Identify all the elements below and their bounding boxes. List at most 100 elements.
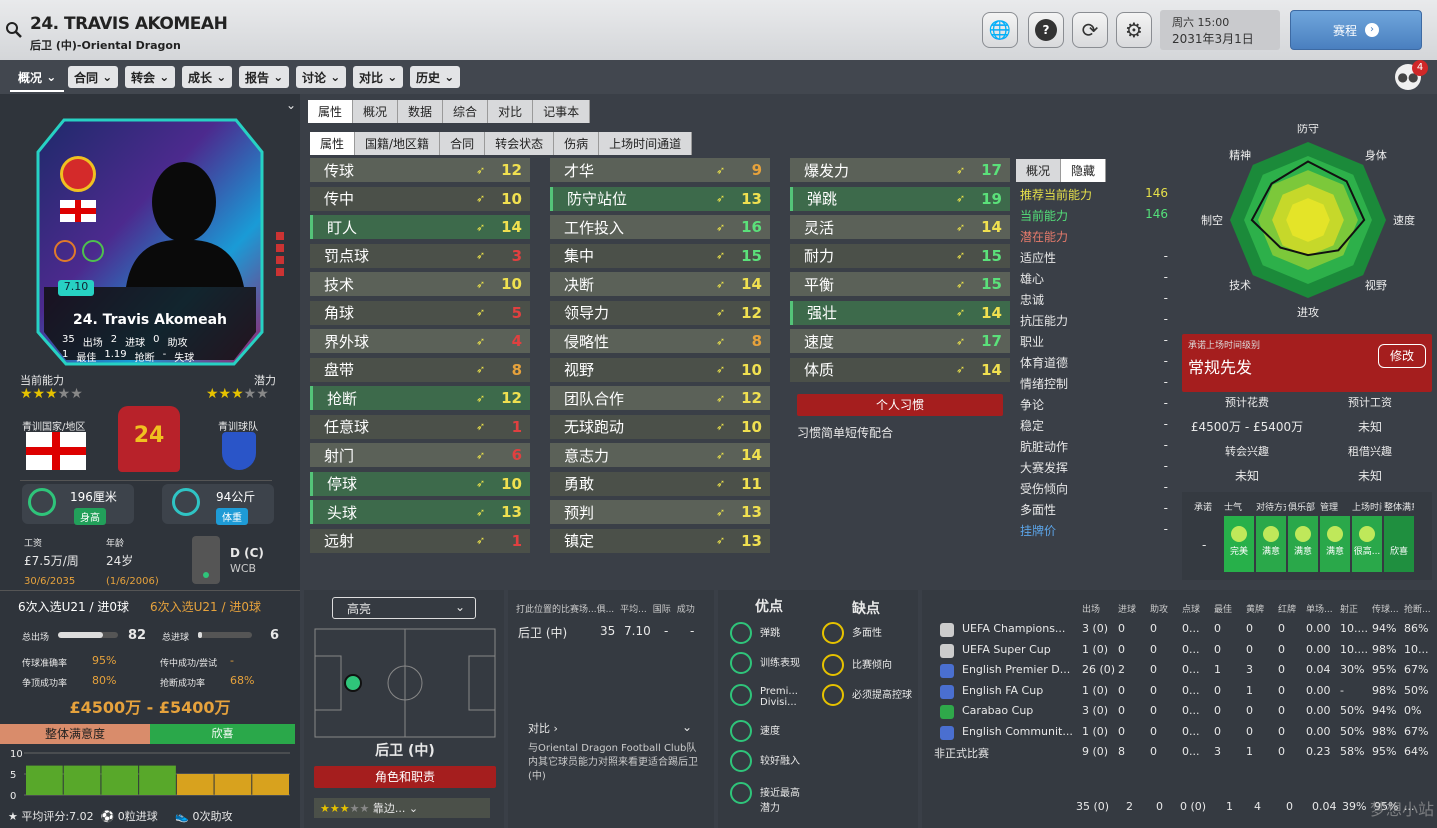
attribute-row[interactable]: 强壮 ➶ 14 bbox=[790, 300, 1010, 325]
attribute-row[interactable]: 射门 ➶ 6 bbox=[310, 443, 530, 467]
subtab-attributes[interactable]: 属性 bbox=[310, 132, 356, 155]
competition-name[interactable]: Carabao Cup bbox=[962, 704, 1080, 717]
attribute-row[interactable]: 侵略性 ➶ 8 bbox=[550, 329, 770, 353]
attribute-row[interactable]: 传中 ➶ 10 bbox=[310, 186, 530, 211]
tab-overview[interactable]: 概况 bbox=[353, 100, 399, 123]
highlight-dropdown[interactable]: 高亮 ⌄ bbox=[332, 597, 476, 619]
attribute-row[interactable]: 镇定 ➶ 13 bbox=[550, 528, 770, 553]
attribute-row[interactable]: 罚点球 ➶ 3 bbox=[310, 243, 530, 268]
competition-name[interactable]: English Premier D... bbox=[962, 663, 1080, 676]
attribute-row[interactable]: 速度 ➶ 17 bbox=[790, 329, 1010, 353]
nav-history[interactable]: 历史 ⌄ bbox=[410, 66, 461, 88]
happiness-cell[interactable]: 满意 bbox=[1320, 516, 1350, 572]
nav-contract[interactable]: 合同 ⌄ bbox=[68, 66, 119, 88]
attribute-row[interactable]: 盘带 ➶ 8 bbox=[310, 357, 530, 382]
happiness-cell[interactable]: 满意 bbox=[1288, 516, 1318, 572]
comp-stat-cell: 0... bbox=[1182, 745, 1200, 758]
nav-compare[interactable]: 对比 ⌄ bbox=[353, 66, 404, 88]
main-tabs: 属性 概况 数据 综合 对比 记事本 bbox=[308, 100, 591, 123]
search-icon[interactable] bbox=[6, 22, 22, 38]
attribute-row[interactable]: 抢断 ➶ 12 bbox=[310, 386, 530, 410]
card-player-name: 24. Travis Akomeah bbox=[72, 312, 228, 328]
comp-stat-cell: 95% bbox=[1372, 745, 1397, 758]
card-pager[interactable] bbox=[276, 232, 284, 292]
chevron-down-icon[interactable]: ⌄ bbox=[682, 720, 692, 734]
happiness-cell[interactable]: 很高... bbox=[1352, 516, 1382, 572]
nav-development[interactable]: 成长 ⌄ bbox=[182, 66, 233, 88]
attribute-row[interactable]: 团队合作 ➶ 12 bbox=[550, 386, 770, 410]
comp-stat-cell: 3 bbox=[1214, 745, 1221, 758]
edit-button[interactable]: 修改 bbox=[1378, 344, 1426, 368]
happiness-cell[interactable]: 欣喜 bbox=[1384, 516, 1414, 572]
attribute-value: 10 bbox=[741, 417, 762, 436]
subtab-nationality[interactable]: 国籍/地区籍 bbox=[355, 132, 441, 155]
tab-compare[interactable]: 对比 bbox=[488, 100, 534, 123]
attribute-row[interactable]: 无球跑动 ➶ 10 bbox=[550, 414, 770, 439]
attribute-row[interactable]: 勇敢 ➶ 11 bbox=[550, 471, 770, 496]
attribute-row[interactable]: 决断 ➶ 14 bbox=[550, 272, 770, 296]
tab-data[interactable]: 数据 bbox=[398, 100, 444, 123]
subtab-injuries[interactable]: 伤病 bbox=[554, 132, 600, 155]
attribute-row[interactable]: 领导力 ➶ 12 bbox=[550, 300, 770, 325]
role-duty-button[interactable]: 角色和职责 bbox=[314, 766, 496, 788]
attribute-row[interactable]: 体质 ➶ 14 bbox=[790, 357, 1010, 382]
attribute-row[interactable]: 意志力 ➶ 14 bbox=[550, 443, 770, 467]
subtab-contract[interactable]: 合同 bbox=[440, 132, 486, 155]
subtab-transfer-status[interactable]: 转会状态 bbox=[485, 132, 555, 155]
competition-name[interactable]: UEFA Super Cup bbox=[962, 643, 1080, 656]
attribute-row[interactable]: 界外球 ➶ 4 bbox=[310, 329, 530, 353]
tab-summary[interactable]: 综合 bbox=[443, 100, 489, 123]
competition-name[interactable]: English FA Cup bbox=[962, 684, 1080, 697]
youth-club-badge-icon[interactable] bbox=[222, 432, 256, 470]
collapse-icon[interactable]: ⌄ bbox=[286, 98, 296, 112]
attribute-row[interactable]: 防守站位 ➶ 13 bbox=[550, 186, 770, 211]
competition-name[interactable]: 非正式比赛 bbox=[934, 745, 1052, 761]
tab-hidden[interactable]: 隐藏 bbox=[1061, 159, 1107, 182]
attribute-row[interactable]: 任意球 ➶ 1 bbox=[310, 414, 530, 439]
radar-label: 制空 bbox=[1201, 213, 1223, 227]
attribute-row[interactable]: 头球 ➶ 13 bbox=[310, 500, 530, 524]
hidden-attribute-row: 肮脏动作 - bbox=[1020, 438, 1168, 455]
help-button[interactable]: ? bbox=[1028, 12, 1064, 48]
competition-name[interactable]: UEFA Champions... bbox=[962, 622, 1080, 635]
trend-arrow-icon: ➶ bbox=[956, 192, 966, 205]
attribute-row[interactable]: 爆发力 ➶ 17 bbox=[790, 158, 1010, 182]
attribute-row[interactable]: 停球 ➶ 10 bbox=[310, 471, 530, 496]
settings-button[interactable]: ⚙ bbox=[1116, 12, 1152, 48]
attribute-row[interactable]: 预判 ➶ 13 bbox=[550, 500, 770, 524]
refresh-button[interactable]: ⟳ bbox=[1072, 12, 1108, 48]
potential-stars: ★★★★★ bbox=[206, 386, 269, 402]
nav-overview[interactable]: 概况 ⌄ bbox=[10, 64, 65, 92]
nav-discuss[interactable]: 讨论 ⌄ bbox=[296, 66, 347, 88]
tab-attributes[interactable]: 属性 bbox=[308, 100, 354, 123]
role-select[interactable]: ★★★★★ 靠边... ⌄ bbox=[314, 798, 490, 818]
subtab-playing-time[interactable]: 上场时间通道 bbox=[599, 132, 693, 155]
attribute-row[interactable]: 耐力 ➶ 15 bbox=[790, 243, 1010, 268]
comp-stat-cell: 98% bbox=[1372, 724, 1397, 738]
competition-name[interactable]: English Communit... bbox=[962, 725, 1080, 738]
attribute-row[interactable]: 才华 ➶ 9 bbox=[550, 158, 770, 182]
compare-toggle[interactable]: 对比 › bbox=[528, 720, 558, 736]
happiness-cell[interactable]: 满意 bbox=[1256, 516, 1286, 572]
attribute-row[interactable]: 远射 ➶ 1 bbox=[310, 528, 530, 553]
attribute-row[interactable]: 视野 ➶ 10 bbox=[550, 357, 770, 382]
attribute-row[interactable]: 平衡 ➶ 15 bbox=[790, 272, 1010, 296]
weakness-icon bbox=[822, 622, 844, 644]
attribute-row[interactable]: 弹跳 ➶ 19 bbox=[790, 186, 1010, 211]
attribute-row[interactable]: 角球 ➶ 5 bbox=[310, 300, 530, 325]
attribute-row[interactable]: 灵活 ➶ 14 bbox=[790, 215, 1010, 239]
tab-notebook[interactable]: 记事本 bbox=[533, 100, 591, 123]
schedule-button[interactable]: 赛程 › bbox=[1290, 10, 1422, 50]
attribute-row[interactable]: 工作投入 ➶ 16 bbox=[550, 215, 770, 239]
tab-hidden-overview[interactable]: 概况 bbox=[1016, 159, 1062, 182]
attribute-row[interactable]: 传球 ➶ 12 bbox=[310, 158, 530, 182]
traits-button[interactable]: 个人习惯 bbox=[797, 394, 1003, 416]
nav-reports[interactable]: 报告 ⌄ bbox=[239, 66, 290, 88]
attribute-row[interactable]: 技术 ➶ 10 bbox=[310, 272, 530, 296]
nav-transfer[interactable]: 转会 ⌄ bbox=[125, 66, 176, 88]
globe-button[interactable]: 🌐 bbox=[982, 12, 1018, 48]
happiness-cell[interactable]: 完美 bbox=[1224, 516, 1254, 572]
attribute-row[interactable]: 集中 ➶ 15 bbox=[550, 243, 770, 268]
attribute-row[interactable]: 盯人 ➶ 14 bbox=[310, 215, 530, 239]
club-badge-icon[interactable] bbox=[60, 156, 96, 192]
